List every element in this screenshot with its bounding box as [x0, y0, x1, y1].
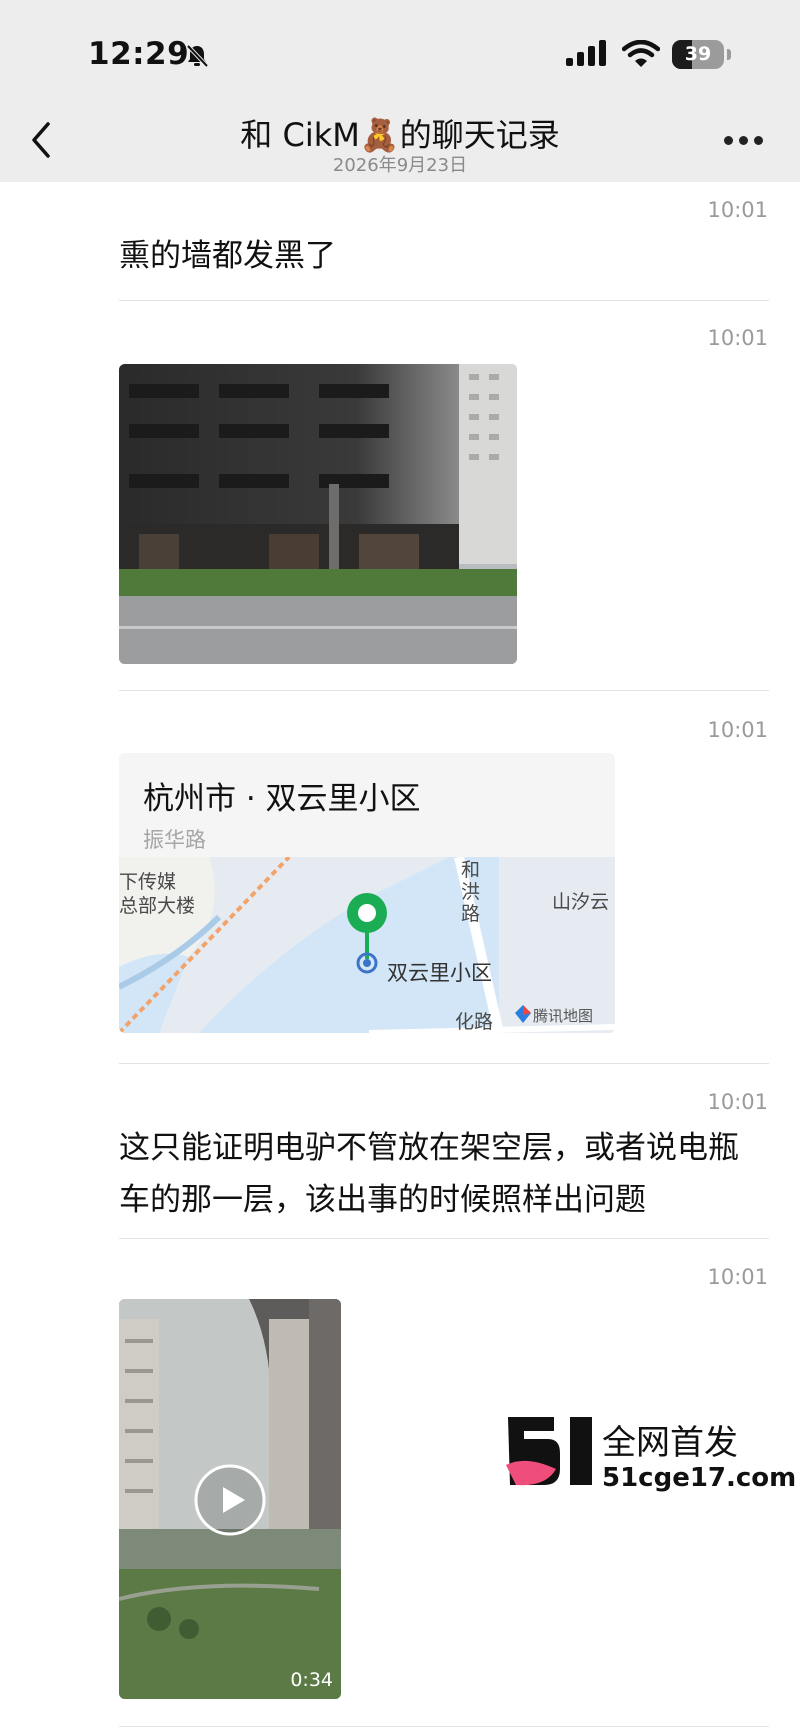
- divider: [119, 690, 769, 691]
- divider: [119, 300, 769, 301]
- location-name: 杭州市 · 双云里小区: [143, 781, 421, 817]
- burnt-building-photo[interactable]: [119, 364, 517, 664]
- watermark-logo-icon: [506, 1417, 592, 1486]
- signal-icon: [566, 40, 606, 66]
- bell-muted-icon: [186, 44, 209, 68]
- play-icon[interactable]: [193, 1463, 267, 1537]
- message-time: 10:01: [707, 718, 768, 742]
- watermark-tagline: 全网首发: [602, 1423, 738, 1463]
- divider: [119, 1726, 769, 1727]
- location-card[interactable]: 杭州市 · 双云里小区 振华路 下传媒 总部大楼 和洪路 山汐云 化路 双云里小…: [119, 753, 615, 1033]
- message-time: 10:01: [707, 326, 768, 350]
- message-time: 10:01: [707, 1090, 768, 1114]
- status-bar: 12:29 39: [0, 0, 800, 100]
- message-text[interactable]: 熏的墙都发黑了: [119, 230, 769, 282]
- divider: [119, 1238, 769, 1239]
- video-message[interactable]: 0:34: [119, 1299, 341, 1699]
- divider: [119, 1063, 769, 1064]
- chat-history-header: 和 CikM🧸的聊天记录 2026年9月23日: [0, 100, 800, 182]
- status-time: 12:29: [88, 36, 190, 72]
- battery-icon: 39: [672, 40, 732, 69]
- message-time: 10:01: [707, 1265, 768, 1289]
- watermark-url: 51cge17.com: [602, 1463, 797, 1493]
- map-label: 下传媒: [119, 871, 177, 893]
- map-credit: 腾讯地图: [533, 1007, 594, 1025]
- map-label: 化路: [455, 1011, 494, 1033]
- battery-percent: 39: [684, 43, 712, 65]
- wifi-icon: [622, 40, 660, 67]
- message-text[interactable]: 这只能证明电驴不管放在架空层，或者说电瓶车的那一层，该出事的时候照样出问题: [119, 1122, 769, 1226]
- video-duration: 0:34: [290, 1669, 333, 1691]
- map-label: 山汐云: [552, 891, 610, 913]
- tencent-map-logo-icon: [515, 1005, 531, 1023]
- watermark: 全网首发 51cge17.com: [506, 1415, 796, 1505]
- location-map: 下传媒 总部大楼 和洪路 山汐云 化路 双云里小区 腾讯地图: [119, 857, 615, 1033]
- map-label: 总部大楼: [119, 895, 196, 917]
- message-time: 10:01: [707, 198, 768, 222]
- page-date: 2026年9月23日: [332, 155, 468, 176]
- more-horizontal-icon[interactable]: [724, 136, 764, 148]
- page-title: 和 CikM🧸的聊天记录: [240, 116, 560, 154]
- location-address: 振华路: [143, 828, 206, 852]
- map-destination-label: 双云里小区: [387, 961, 492, 985]
- map-label: 和洪路: [461, 859, 481, 925]
